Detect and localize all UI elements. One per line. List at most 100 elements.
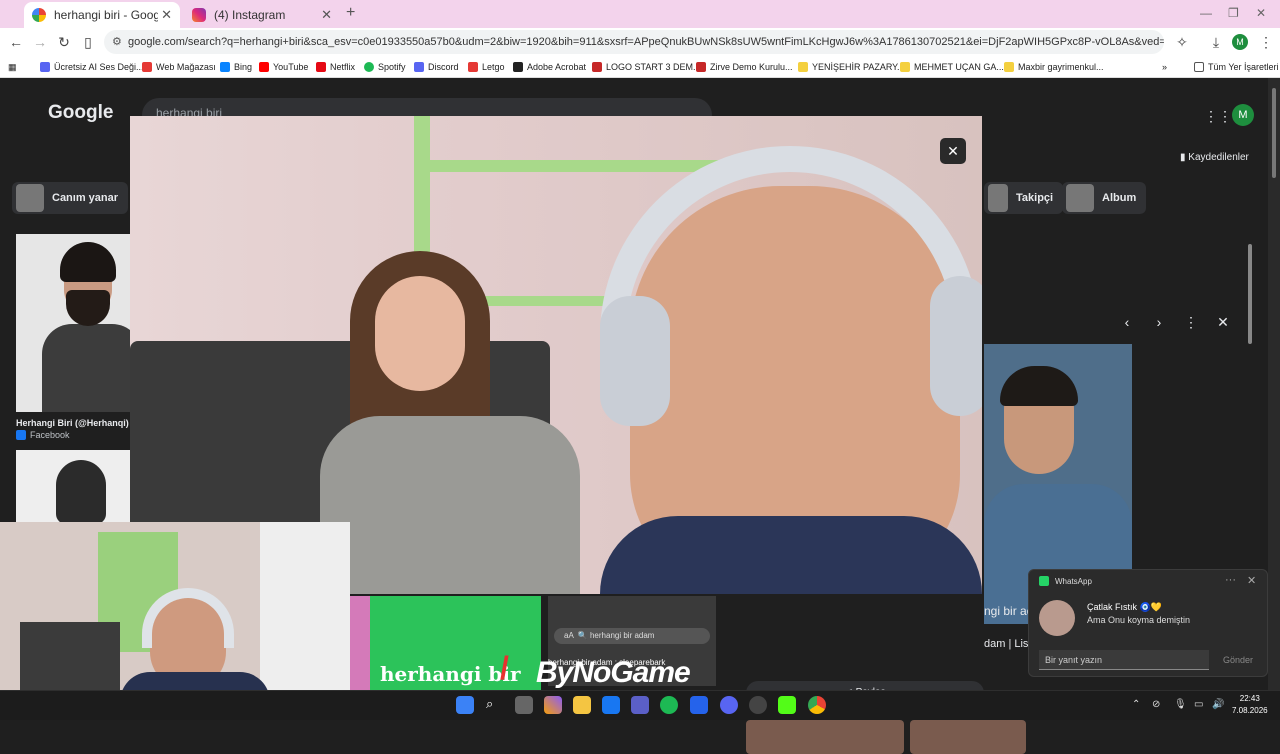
chip-album[interactable]: Album [1062,182,1147,214]
download-icon[interactable]: ⤓ [1206,32,1226,52]
copilot-icon[interactable] [544,696,562,714]
more-bookmarks-icon[interactable]: » [1162,59,1167,75]
brand-logo: ByNoGame [536,656,691,689]
streamer-webcam [0,522,350,690]
task-view-icon[interactable] [515,696,533,714]
tab-instagram[interactable]: (4) Instagram ✕ [184,2,340,28]
mail-icon[interactable] [602,696,620,714]
site-info-icon[interactable]: ⚙ [112,30,122,54]
contact-name: Çatlak Fıstık 🧿💛 [1087,602,1162,612]
tab-title: herhangi biri - Google'da Ara [54,8,158,22]
result-title[interactable]: Herhangi Biri (@Herhanqi) • F [16,418,130,428]
close-window-icon[interactable]: ✕ [1256,6,1266,20]
restore-icon[interactable]: ❐ [1228,6,1239,20]
panel-scrollbar[interactable] [1248,244,1252,344]
more-options-icon[interactable]: ⋮ [1182,314,1200,331]
thumbnail-search-bar: aA 🔍 herhangi bir adam [554,628,710,644]
close-panel-icon[interactable]: ✕ [1214,314,1232,331]
forward-icon[interactable]: → [30,32,50,52]
whatsapp-icon [1039,576,1049,586]
related-image[interactable] [910,720,1026,754]
close-tab-icon[interactable]: ✕ [161,7,172,23]
minimize-icon[interactable]: — [1200,6,1212,20]
tab-google-search[interactable]: herhangi biri - Google'da Ara ✕ [24,2,180,28]
contact-avatar [1039,600,1075,636]
page-scrollbar[interactable] [1268,78,1280,690]
menu-icon[interactable]: ⋮ [1256,32,1276,52]
discord-icon[interactable] [720,696,738,714]
vscode-icon[interactable] [690,696,708,714]
message-preview: Ama Onu koyma demiştin [1087,615,1191,625]
bookmark-item[interactable]: Netflix [316,59,355,75]
result-image[interactable] [16,450,130,524]
apps-grid-icon[interactable]: ⋮⋮ [1204,108,1232,125]
facebook-icon [16,430,26,440]
bookmark-item[interactable]: Spotify [364,59,406,75]
result-image[interactable] [16,234,130,412]
chip-thumbnail [1066,184,1094,212]
extensions-icon[interactable]: ✧ [1172,32,1192,52]
side-panel-icon[interactable]: ▯ [78,32,98,52]
close-video-button[interactable]: ✕ [940,138,966,164]
bookmarks-bar: ▦ Ücretsiz AI Ses Deği... Web Mağazası B… [0,56,1280,78]
notification-header: WhatsApp [1039,576,1092,586]
network-icon[interactable]: ⊘ [1152,699,1160,710]
more-icon[interactable]: ··· [1225,574,1236,586]
bookmark-item[interactable]: Discord [414,59,459,75]
url-text: google.com/search?q=herhangi+biri&sca_es… [128,36,1164,48]
spotify-icon[interactable] [660,696,678,714]
chip-thumbnail [16,184,44,212]
bookmark-item[interactable]: Zirve Demo Kurulu... [696,59,793,75]
chip-canim-yanar[interactable]: Canım yanar [12,182,129,214]
bookmark-item[interactable]: YouTube [259,59,308,75]
navigation-bar: ← → ↻ ▯ ⚙ google.com/search?q=herhangi+b… [0,28,1280,56]
bookmark-item[interactable]: Ücretsiz AI Ses Deği... [40,59,144,75]
address-bar[interactable]: ⚙ google.com/search?q=herhangi+biri&sca_… [104,30,1164,54]
kick-icon[interactable] [778,696,796,714]
microphone-icon[interactable]: 🎙 [1174,699,1187,710]
bookmark-item[interactable]: YENİŞEHİR PAZARY... [798,59,905,75]
file-explorer-icon[interactable] [573,696,591,714]
saved-link[interactable]: ▮ Kaydedilenler [1180,152,1249,163]
bookmark-item[interactable]: MEHMET UÇAN GA... [900,59,1004,75]
send-button[interactable]: Gönder [1215,650,1261,670]
start-icon[interactable] [456,696,474,714]
previous-icon[interactable]: ‹ [1118,314,1136,330]
apps-icon[interactable]: ▦ [8,59,17,75]
brand-slash-icon: / [500,650,509,686]
bookmark-item[interactable]: Bing [220,59,252,75]
close-notification-icon[interactable]: ✕ [1247,574,1256,587]
tab-strip: herhangi biri - Google'da Ara ✕ (4) Inst… [0,0,1280,28]
next-icon[interactable]: › [1150,314,1168,330]
profile-avatar[interactable]: M [1232,104,1254,126]
bookmark-item[interactable]: Web Mağazası [142,59,216,75]
reload-icon[interactable]: ↻ [54,32,74,52]
reply-input[interactable]: Bir yanıt yazın [1039,650,1209,670]
bookmark-item[interactable]: Maxbir gayrimenkul... [1004,59,1104,75]
chrome-icon[interactable] [808,696,826,714]
teams-icon[interactable] [631,696,649,714]
google-logo[interactable]: Google [48,102,113,124]
result-source: Facebook [16,430,70,440]
back-icon[interactable]: ← [6,32,26,52]
obs-icon[interactable] [749,696,767,714]
tray-overflow-icon[interactable]: ⌃ [1132,699,1140,710]
instagram-icon [192,8,206,22]
new-tab-button[interactable]: + [346,4,355,22]
clock-time: 22:43 [1239,694,1260,703]
whatsapp-notification[interactable]: WhatsApp ··· ✕ Çatlak Fıstık 🧿💛 Ama Onu … [1028,569,1268,677]
search-icon[interactable]: ⌕ [486,696,504,714]
bookmark-item[interactable]: LOGO START 3 DEM... [592,59,701,75]
bookmark-item[interactable]: Letgo [468,59,505,75]
volume-icon[interactable]: 🔊 [1212,699,1224,710]
chip-takipci[interactable]: Takipçi [984,182,1064,214]
related-image[interactable] [746,720,904,754]
windows-taskbar: ⌕ ⌃ ⊘ 🎙 ▭ 🔊 22:43 7.08.2026 [0,690,1280,720]
system-clock[interactable]: 22:43 7.08.2026 [1232,693,1268,717]
profile-avatar[interactable]: M [1232,34,1248,50]
bookmark-item[interactable]: Adobe Acrobat [513,59,586,75]
display-icon[interactable]: ▭ [1194,699,1203,710]
all-bookmarks[interactable]: Tüm Yer İşaretleri [1194,59,1279,75]
close-tab-icon[interactable]: ✕ [321,7,332,23]
google-icon [32,8,46,22]
